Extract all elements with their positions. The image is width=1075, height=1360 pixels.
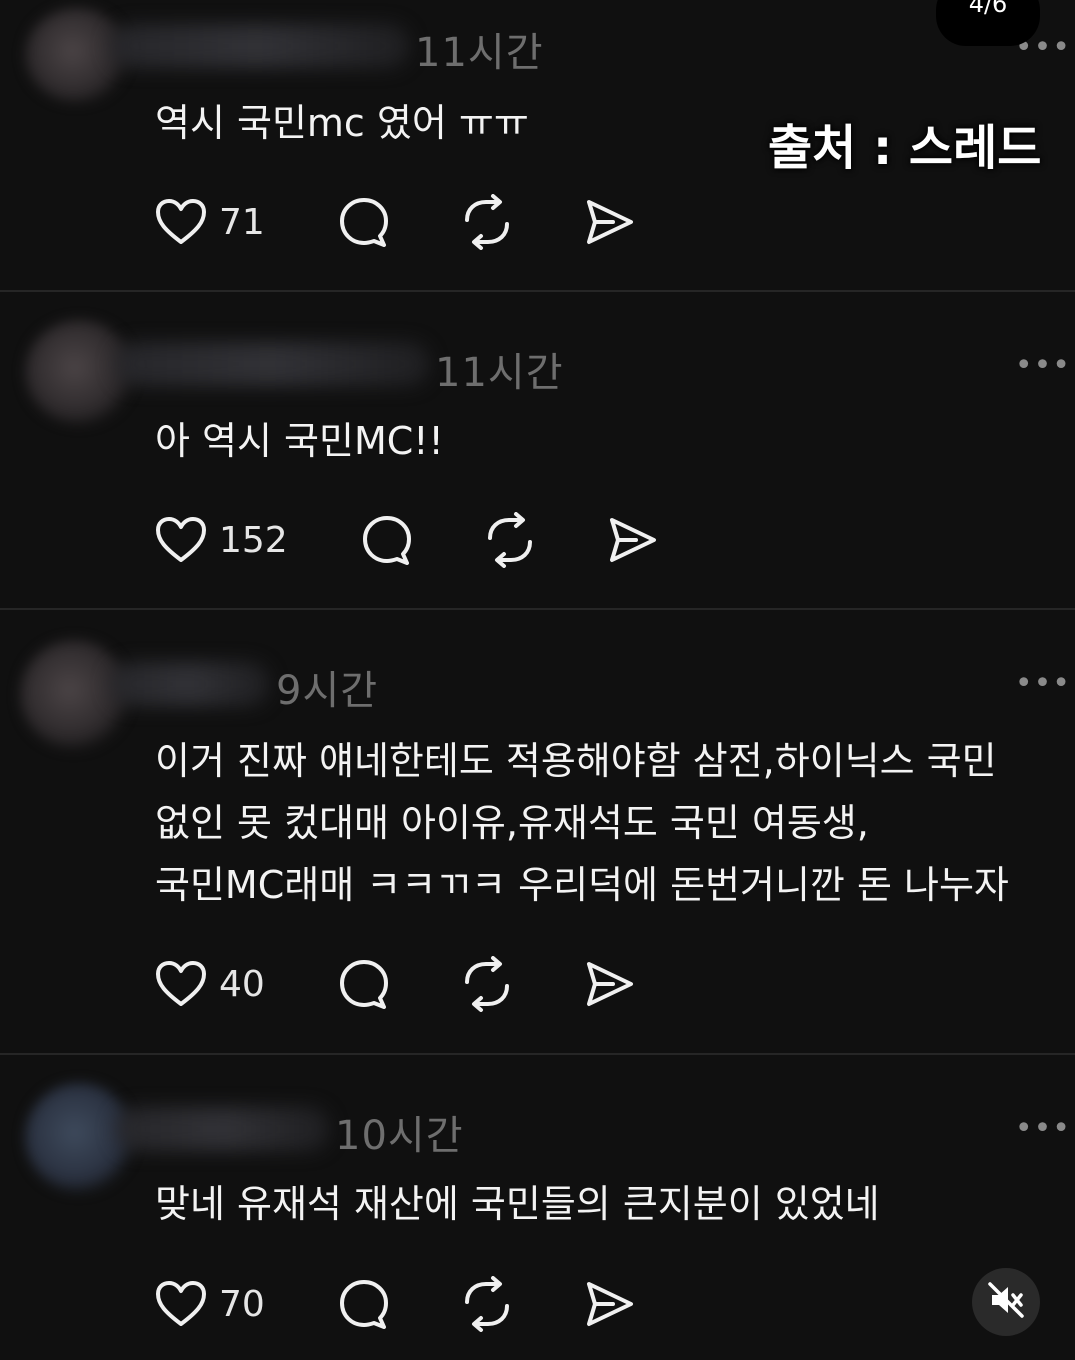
post-text: 아 역시 국민MC!! [155, 410, 444, 472]
post-timestamp: 11시간 [415, 30, 544, 76]
share-button[interactable] [583, 958, 635, 1010]
like-count: 152 [219, 519, 288, 561]
username-blurred[interactable] [110, 662, 270, 706]
heart-icon [155, 960, 207, 1008]
heart-icon [155, 198, 207, 246]
username-blurred[interactable] [115, 1107, 330, 1151]
repost-button[interactable] [482, 512, 538, 568]
reply-button[interactable] [337, 1277, 391, 1331]
like-count: 71 [219, 201, 265, 243]
share-button[interactable] [606, 514, 658, 566]
reply-button[interactable] [360, 513, 414, 567]
post-text-line: 역시 국민mc 였어 ㅠㅠ [155, 101, 529, 145]
like-count: 40 [219, 963, 265, 1005]
repost-icon [459, 194, 515, 250]
share-button[interactable] [583, 1278, 635, 1330]
post-actions: 70 [155, 1274, 635, 1334]
reply-button[interactable] [337, 957, 391, 1011]
post-timestamp: 10시간 [335, 1113, 464, 1159]
page-indicator: 4/6 [936, 0, 1040, 46]
like-button[interactable]: 70 [155, 1280, 265, 1328]
heart-icon [155, 1280, 207, 1328]
post-actions: 152 [155, 510, 658, 570]
repost-icon [482, 512, 538, 568]
post-timestamp: 9시간 [276, 668, 379, 714]
post: 9시간 ••• 이거 진짜 얘네한테도 적용해야함 삼전,하이닉스 국민 없인 … [0, 610, 1075, 1054]
send-icon [583, 196, 635, 248]
repost-icon [459, 1276, 515, 1332]
comment-bubble-icon [337, 195, 391, 249]
comment-bubble-icon [337, 1277, 391, 1331]
post-actions: 40 [155, 954, 635, 1014]
more-options-button[interactable]: ••• [1015, 666, 1071, 701]
post-text-line: 국민MC래매 ㅋㅋㄲㅋ 우리덕에 돈번거니깐 돈 나누자 [155, 863, 1009, 907]
repost-button[interactable] [459, 194, 515, 250]
post-text-line: 이거 진짜 얘네한테도 적용해야함 삼전,하이닉스 국민 [155, 739, 997, 783]
post-text-line: 아 역시 국민MC!! [155, 419, 444, 463]
mute-button[interactable] [972, 1268, 1040, 1336]
username-blurred[interactable] [110, 24, 410, 68]
repost-button[interactable] [459, 1276, 515, 1332]
like-button[interactable]: 152 [155, 516, 288, 564]
post-actions: 71 [155, 192, 635, 252]
post-text: 맞네 유재석 재산에 국민들의 큰지분이 있었네 [155, 1173, 880, 1235]
more-options-button[interactable]: ••• [1015, 1111, 1071, 1146]
send-icon [583, 958, 635, 1010]
comment-bubble-icon [360, 513, 414, 567]
username-blurred[interactable] [115, 342, 430, 386]
post-text-line: 없인 못 컸대매 아이유,유재석도 국민 여동생, [155, 801, 869, 845]
post-text-line: 맞네 유재석 재산에 국민들의 큰지분이 있었네 [155, 1182, 880, 1226]
post: 11시간 ••• 아 역시 국민MC!! 152 [0, 292, 1075, 610]
post-text: 역시 국민mc 였어 ㅠㅠ [155, 92, 529, 154]
post-text: 이거 진짜 얘네한테도 적용해야함 삼전,하이닉스 국민 없인 못 컸대매 아이… [155, 730, 1009, 916]
source-caption: 출처 : 스레드 [768, 120, 1042, 176]
like-button[interactable]: 71 [155, 198, 265, 246]
more-options-button[interactable]: ••• [1015, 348, 1071, 383]
send-icon [583, 1278, 635, 1330]
like-button[interactable]: 40 [155, 960, 265, 1008]
repost-button[interactable] [459, 956, 515, 1012]
send-icon [606, 514, 658, 566]
comment-bubble-icon [337, 957, 391, 1011]
post: 10시간 ••• 맞네 유재석 재산에 국민들의 큰지분이 있었네 70 [0, 1055, 1075, 1360]
share-button[interactable] [583, 196, 635, 248]
like-count: 70 [219, 1283, 265, 1325]
repost-icon [459, 956, 515, 1012]
reply-button[interactable] [337, 195, 391, 249]
speaker-muted-icon [986, 1280, 1026, 1324]
heart-icon [155, 516, 207, 564]
post-timestamp: 11시간 [435, 350, 564, 396]
